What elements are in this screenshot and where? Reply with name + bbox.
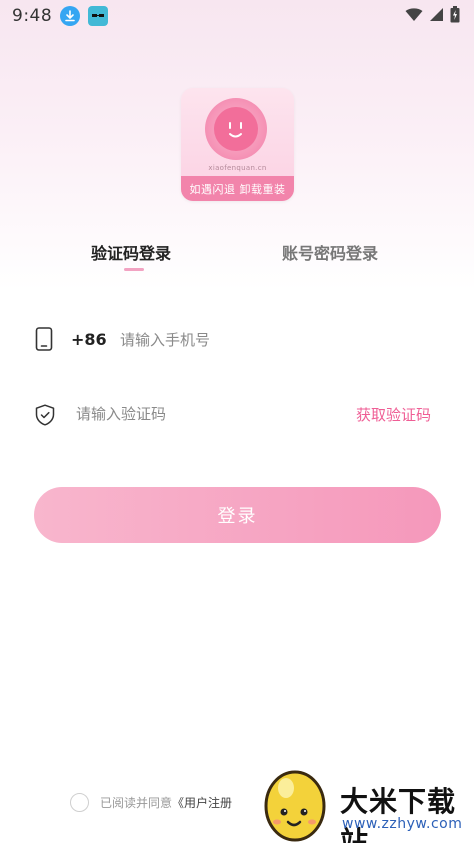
watermark-url: www.zzhyw.com <box>342 816 463 832</box>
active-tab-indicator <box>124 268 144 271</box>
phone-icon <box>35 327 53 355</box>
egg-mascot-icon <box>264 770 326 842</box>
agreement-checkbox[interactable] <box>70 793 89 812</box>
download-notification-icon <box>60 6 81 26</box>
shield-icon <box>35 404 55 430</box>
logo-banner-text: 如遇闪退 卸载重装 <box>181 176 294 201</box>
logo-face-icon <box>214 107 258 151</box>
verification-code-input[interactable] <box>76 400 316 428</box>
status-bar: 9:48 <box>0 0 474 32</box>
tab-password-login[interactable]: 账号密码登录 <box>282 240 378 264</box>
status-time: 9:48 <box>12 6 53 26</box>
tab-sms-login[interactable]: 验证码登录 <box>91 240 171 264</box>
login-button[interactable]: 登录 <box>34 487 441 543</box>
app-notification-icon <box>88 6 109 26</box>
signal-icon <box>429 7 444 26</box>
wifi-icon <box>405 7 423 26</box>
phone-input[interactable] <box>120 326 420 354</box>
country-code[interactable]: +86 <box>71 330 107 349</box>
user-agreement-link[interactable]: 《用户注册 <box>172 796 232 810</box>
app-logo: xiaofenquan.cn 如遇闪退 卸载重装 <box>181 88 294 201</box>
battery-icon <box>450 6 460 27</box>
site-watermark: 大米下载站 www.zzhyw.com <box>258 758 474 843</box>
get-code-button[interactable]: 获取验证码 <box>356 404 431 425</box>
agreement-text: 已阅读并同意《用户注册 <box>100 794 232 811</box>
watermark-title: 大米下载站 <box>340 785 457 843</box>
logo-site-text: xiaofenquan.cn <box>208 164 267 172</box>
agreement-prefix: 已阅读并同意 <box>100 796 173 810</box>
